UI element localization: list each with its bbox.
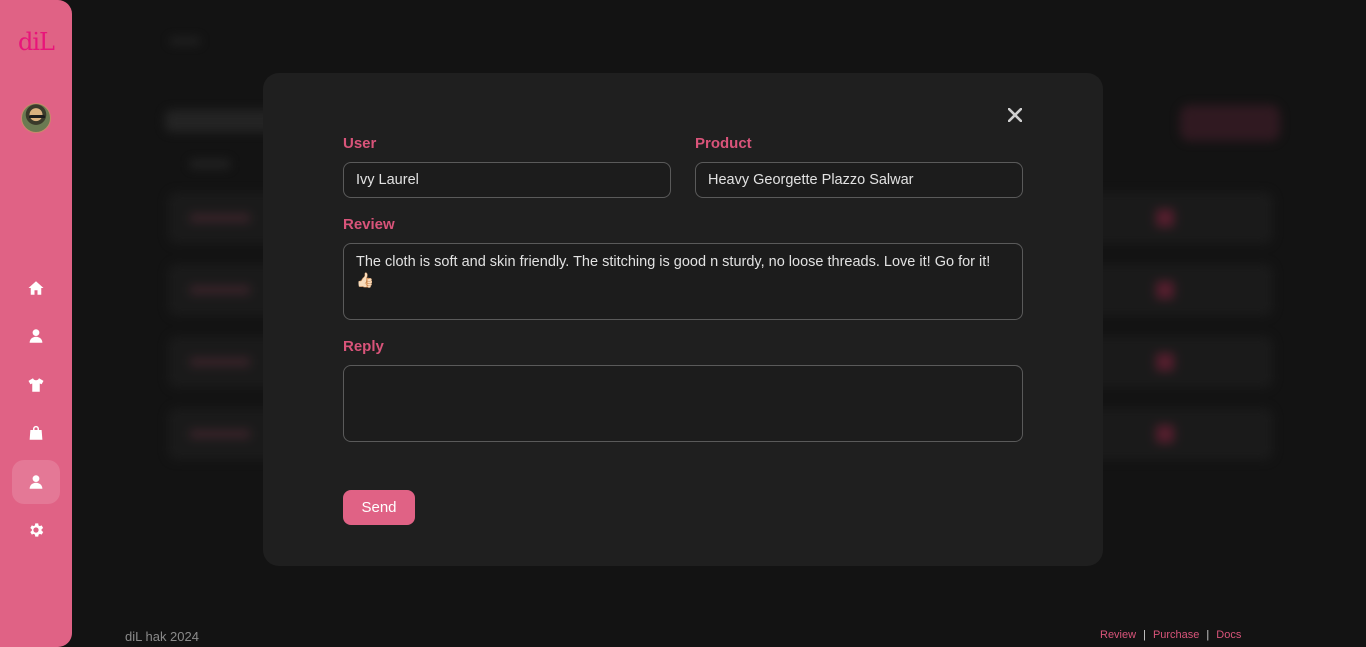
footer-links: Review | Purchase | Docs: [1100, 629, 1242, 641]
user-field[interactable]: Ivy Laurel: [343, 162, 671, 198]
close-icon: [1008, 108, 1022, 122]
delete-icon: [1156, 353, 1174, 371]
user-icon: [29, 475, 43, 489]
send-button[interactable]: Send: [343, 490, 415, 525]
reply-label: Reply: [343, 338, 384, 355]
review-label: Review: [343, 216, 395, 233]
sidebar-item-users[interactable]: [12, 314, 60, 358]
footer-link-docs[interactable]: Docs: [1216, 629, 1241, 641]
product-label: Product: [695, 135, 752, 152]
footer-link-purchase[interactable]: Purchase: [1153, 629, 1199, 641]
sidebar: diL: [0, 0, 72, 647]
sidebar-item-home[interactable]: [12, 266, 60, 310]
delete-icon: [1156, 209, 1174, 227]
tshirt-icon: [28, 378, 44, 392]
review-textarea[interactable]: The cloth is soft and skin friendly. The…: [343, 243, 1023, 320]
reply-textarea[interactable]: [343, 365, 1023, 442]
review-reply-modal: User Ivy Laurel Product Heavy Georgette …: [263, 73, 1103, 566]
delete-icon: [1156, 425, 1174, 443]
home-icon: [28, 281, 44, 295]
copyright-text: diL hak 2024: [125, 629, 199, 644]
search-input: [165, 110, 275, 132]
sidebar-item-reviews[interactable]: [12, 460, 60, 504]
footer-link-review[interactable]: Review: [1100, 629, 1136, 641]
breadcrumb: [170, 38, 200, 44]
user-icon: [29, 329, 43, 343]
user-label: User: [343, 135, 377, 152]
user-avatar[interactable]: [21, 103, 51, 133]
sidebar-item-orders[interactable]: [12, 411, 60, 455]
gear-icon: [30, 523, 44, 537]
sidebar-item-products[interactable]: [12, 363, 60, 407]
close-button[interactable]: [1003, 103, 1027, 127]
add-button: [1180, 105, 1280, 141]
product-field[interactable]: Heavy Georgette Plazzo Salwar: [695, 162, 1023, 198]
delete-icon: [1156, 281, 1174, 299]
table-header: [190, 160, 230, 168]
shopping-bag-icon: [29, 425, 43, 440]
app-logo[interactable]: diL: [0, 30, 72, 54]
sidebar-item-settings[interactable]: [12, 508, 60, 552]
